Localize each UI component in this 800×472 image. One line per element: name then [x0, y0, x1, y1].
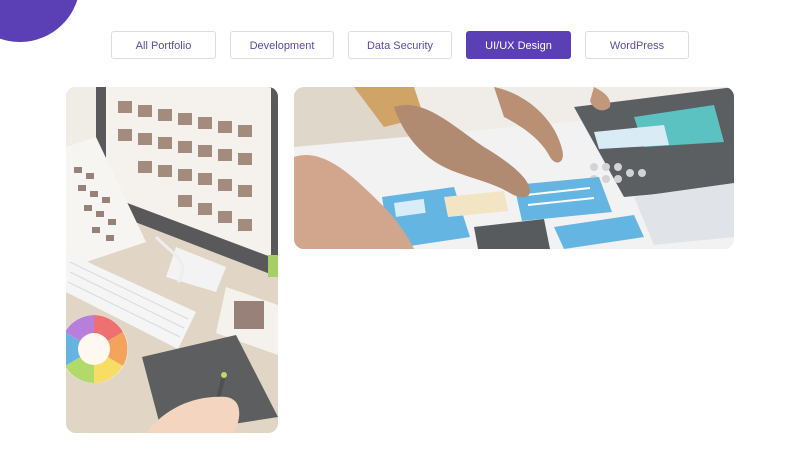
filter-wordpress-button[interactable]: WordPress: [585, 31, 689, 59]
filter-all-portfolio-button[interactable]: All Portfolio: [111, 31, 216, 59]
wireframe-cards-image: [294, 87, 734, 249]
filter-data-security-button[interactable]: Data Security: [348, 31, 452, 59]
portfolio-item-designer-desk[interactable]: [66, 87, 278, 433]
portfolio-filter-bar: All Portfolio Development Data Security …: [0, 31, 800, 61]
designer-desk-image: [66, 87, 278, 433]
portfolio-item-wireframe-cards[interactable]: [294, 87, 734, 249]
filter-development-button[interactable]: Development: [230, 31, 334, 59]
filter-uiux-design-button[interactable]: UI/UX Design: [466, 31, 571, 59]
